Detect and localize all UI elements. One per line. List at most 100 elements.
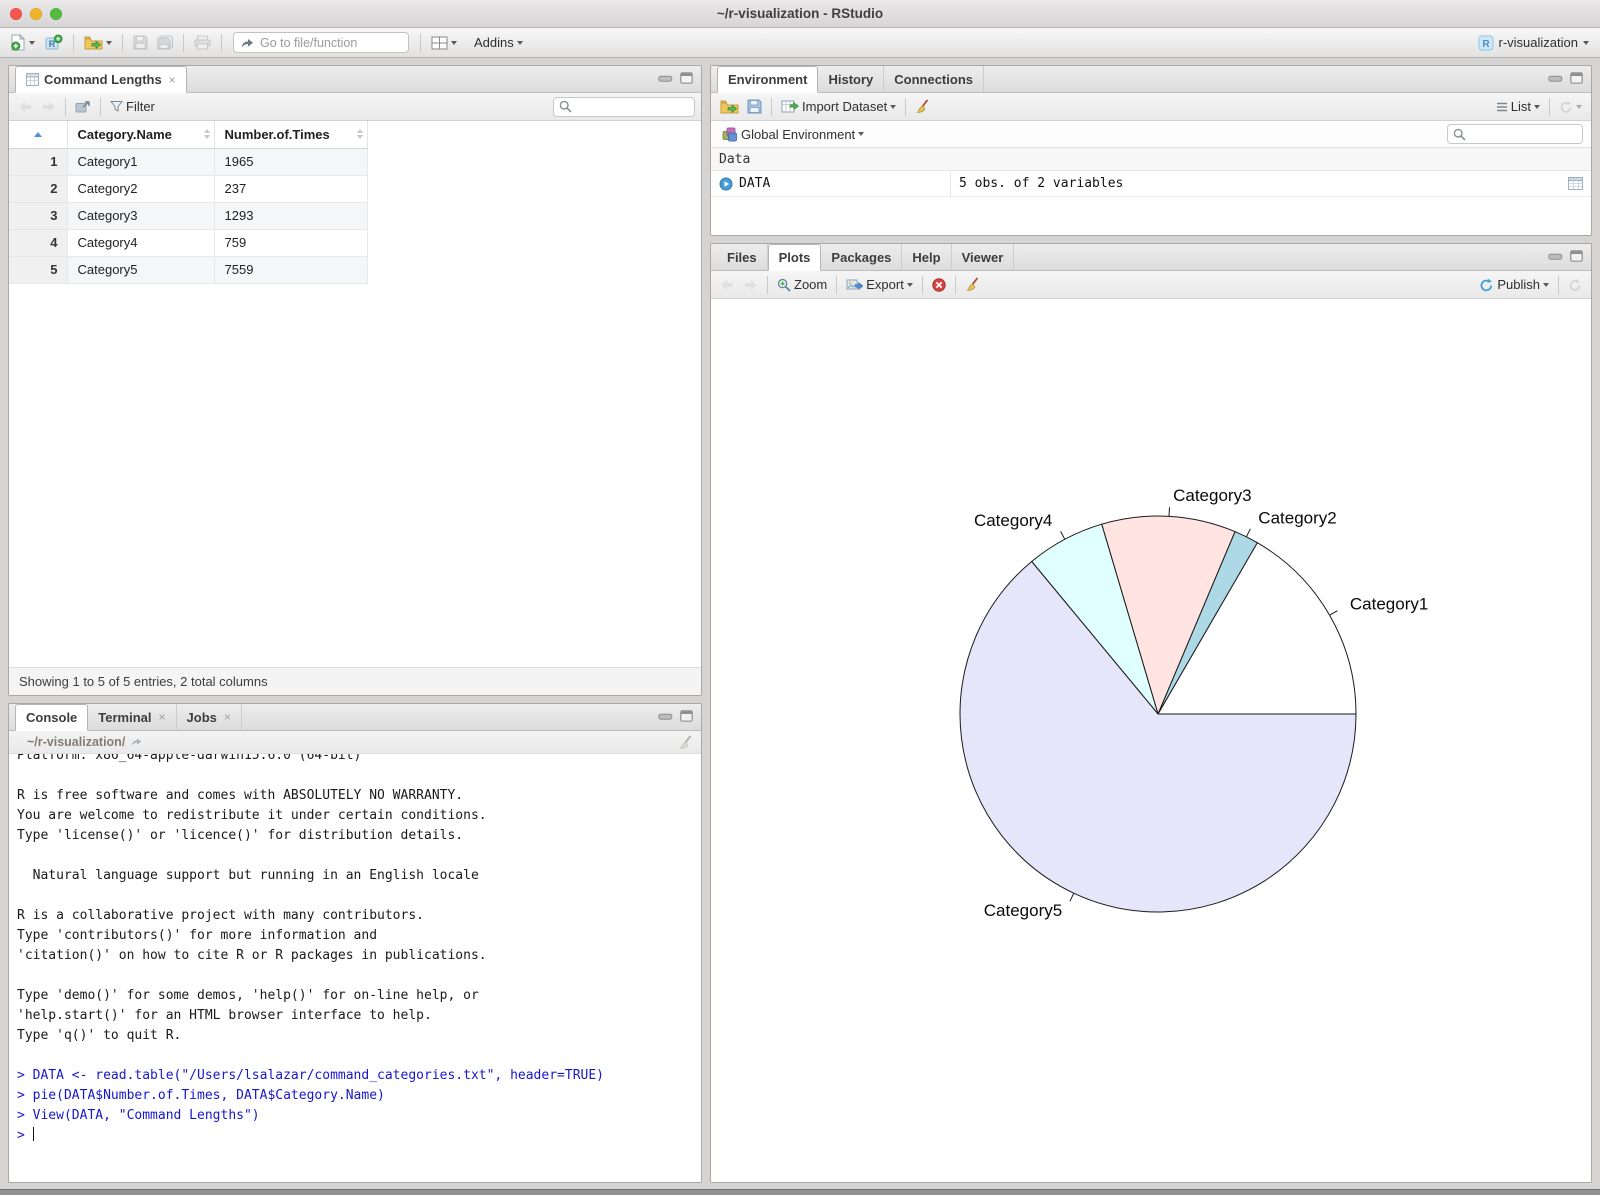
maximize-pane-icon[interactable] <box>1570 72 1583 84</box>
tab-jobs[interactable]: Jobs × <box>177 704 242 730</box>
search-icon <box>1453 128 1466 141</box>
table-row[interactable]: 1 Category1 1965 <box>9 148 368 176</box>
open-file-button[interactable] <box>81 33 115 52</box>
column-header-number-of-times[interactable]: Number.of.Times <box>214 121 368 149</box>
publish-button[interactable]: Publish <box>1476 275 1552 294</box>
open-in-new-window-button[interactable] <box>72 98 94 115</box>
print-button[interactable] <box>191 33 214 52</box>
row-number-header[interactable] <box>9 121 68 149</box>
expand-object-icon[interactable] <box>719 177 733 191</box>
window-minimize-button[interactable] <box>30 8 42 20</box>
list-view-button[interactable]: List <box>1493 97 1543 116</box>
clear-console-broom-icon[interactable] <box>678 734 693 750</box>
close-tab-icon[interactable]: × <box>224 710 231 724</box>
tab-command-lengths[interactable]: Command Lengths × <box>15 66 187 93</box>
table-row[interactable]: 3 Category3 1293 <box>9 202 368 230</box>
refresh-environment-button[interactable] <box>1556 98 1585 116</box>
export-plot-button[interactable]: Export <box>843 275 916 294</box>
tab-terminal[interactable]: Terminal × <box>88 704 177 730</box>
console-output-line: R is free software and comes with ABSOLU… <box>17 788 464 803</box>
tab-history[interactable]: History <box>818 66 885 92</box>
tab-help[interactable]: Help <box>902 244 952 270</box>
minimize-pane-icon[interactable] <box>658 711 673 721</box>
remove-plot-button[interactable] <box>929 276 949 294</box>
next-plot-button[interactable] <box>740 277 761 293</box>
publish-label: Publish <box>1497 277 1540 292</box>
save-workspace-button[interactable] <box>744 97 765 116</box>
tab-connections[interactable]: Connections <box>884 66 984 92</box>
save-icon <box>133 35 148 50</box>
column-header-category-name[interactable]: Category.Name <box>67 121 215 149</box>
goto-file-input[interactable] <box>260 35 390 50</box>
goto-directory-icon[interactable] <box>131 737 143 747</box>
refresh-plot-button[interactable] <box>1565 276 1585 294</box>
tab-label: Packages <box>831 249 892 265</box>
close-tab-icon[interactable]: × <box>169 73 176 87</box>
minimize-pane-icon[interactable] <box>1548 73 1563 83</box>
chevron-down-icon <box>1576 104 1582 109</box>
clear-plots-button[interactable] <box>962 275 983 294</box>
window-close-button[interactable] <box>10 8 22 20</box>
table-cell: 1293 <box>214 202 368 230</box>
tab-packages[interactable]: Packages <box>821 244 903 270</box>
table-row[interactable]: 4 Category4 759 <box>9 229 368 257</box>
clear-environment-button[interactable] <box>912 97 933 116</box>
environment-search[interactable] <box>1447 124 1583 144</box>
goto-file-search[interactable] <box>233 32 409 53</box>
tab-files[interactable]: Files <box>717 244 768 270</box>
minimize-pane-icon[interactable] <box>1548 251 1563 261</box>
table-cell: 237 <box>214 175 368 203</box>
load-workspace-button[interactable] <box>717 97 742 116</box>
tab-console[interactable]: Console <box>15 704 89 731</box>
environment-search-input[interactable] <box>1470 127 1578 141</box>
new-project-button[interactable]: R <box>41 32 66 53</box>
console-output-line: Type 'q()' to quit R. <box>17 1028 182 1043</box>
environment-scope-selector[interactable]: Global Environment <box>719 125 867 144</box>
project-menu-button[interactable]: R r-visualization <box>1475 33 1592 53</box>
tab-environment[interactable]: Environment <box>717 66 819 93</box>
console-output-line: Type 'contributors()' for more informati… <box>17 928 378 943</box>
window-zoom-button[interactable] <box>50 8 62 20</box>
tab-label: Plots <box>778 250 811 265</box>
zoom-plot-button[interactable]: Zoom <box>774 275 830 294</box>
data-viewer-pane: Command Lengths × Filter Category.Name N… <box>8 65 702 696</box>
pie-label-tick <box>1329 610 1338 616</box>
environment-object-row[interactable]: DATA 5 obs. of 2 variables <box>711 171 1591 197</box>
spreadsheet-icon <box>26 73 39 86</box>
remove-plot-x-icon <box>932 277 946 292</box>
viewer-forward-button[interactable] <box>38 99 59 115</box>
filter-button[interactable]: Filter <box>107 97 158 116</box>
list-view-label: List <box>1510 99 1531 114</box>
new-file-button[interactable] <box>8 32 38 53</box>
save-all-button[interactable] <box>154 33 176 52</box>
viewer-search-input[interactable] <box>576 99 684 114</box>
import-dataset-icon <box>781 100 799 113</box>
environment-stack-icon <box>722 127 738 142</box>
table-row[interactable]: 2 Category2 237 <box>9 175 368 203</box>
addins-label: Addins <box>474 35 514 50</box>
view-object-grid-icon[interactable] <box>1568 177 1583 190</box>
table-cell: 2 <box>9 175 68 203</box>
close-tab-icon[interactable]: × <box>159 710 166 724</box>
maximize-pane-icon[interactable] <box>1570 250 1583 262</box>
table-cell: 759 <box>214 229 368 257</box>
maximize-pane-icon[interactable] <box>680 72 693 84</box>
viewer-search[interactable] <box>553 96 695 117</box>
import-dataset-button[interactable]: Import Dataset <box>778 97 899 116</box>
tab-viewer[interactable]: Viewer <box>952 244 1015 270</box>
tab-label: Jobs <box>186 709 217 725</box>
maximize-pane-icon[interactable] <box>680 710 693 722</box>
viewer-back-button[interactable] <box>15 99 36 115</box>
minimize-pane-icon[interactable] <box>658 73 673 83</box>
environment-tabbar: Environment History Connections <box>711 66 1591 93</box>
addins-button[interactable]: Addins <box>471 33 526 52</box>
table-cell: 5 <box>9 256 68 284</box>
pie-label-category4: Category4 <box>974 511 1052 530</box>
save-button[interactable] <box>130 33 151 52</box>
tab-plots[interactable]: Plots <box>767 244 822 271</box>
table-row[interactable]: 5 Category5 7559 <box>9 256 368 284</box>
previous-plot-button[interactable] <box>717 277 738 293</box>
console-body[interactable]: Platform: x86_64-apple-darwin15.6.0 (64-… <box>9 754 701 1182</box>
pane-layout-button[interactable] <box>428 34 460 52</box>
